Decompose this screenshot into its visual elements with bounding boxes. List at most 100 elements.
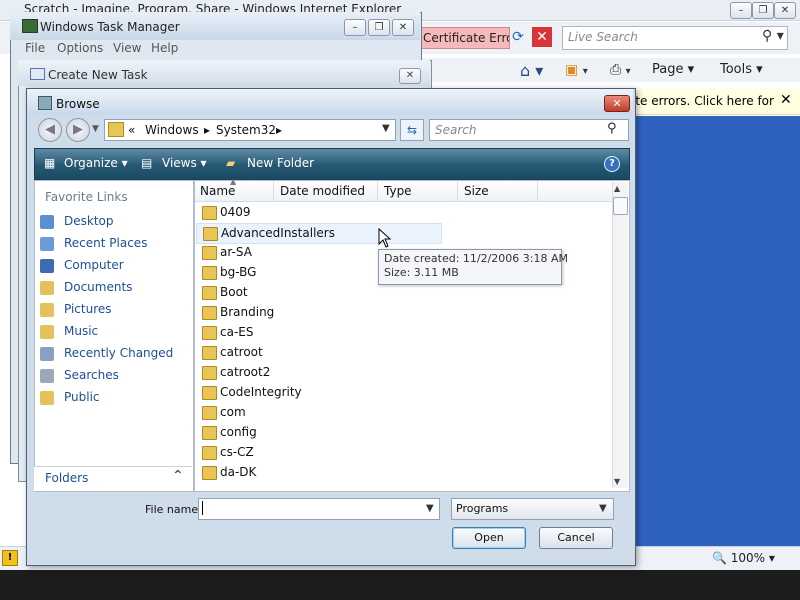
breadcrumb-separator[interactable]: ▸: [204, 123, 210, 137]
file-type-value[interactable]: Programs: [456, 502, 508, 515]
folder-icon: [202, 346, 217, 360]
page-menu[interactable]: Page ▾: [652, 62, 694, 77]
help-icon[interactable]: ?: [604, 156, 620, 172]
list-item[interactable]: AdvancedInstallers: [196, 223, 442, 244]
ie-maximize-button[interactable]: ❐: [752, 2, 774, 19]
folder-icon: [202, 326, 217, 340]
breadcrumb-overflow[interactable]: «: [128, 123, 135, 137]
nav-item-searches[interactable]: Searches: [40, 366, 188, 386]
chevron-up-icon[interactable]: ⌃: [172, 468, 184, 484]
ie-minimize-button[interactable]: –: [730, 2, 752, 19]
column-name[interactable]: Name: [200, 184, 235, 198]
column-type[interactable]: Type: [384, 184, 412, 198]
file-type-dropdown-icon[interactable]: ▼: [599, 503, 607, 514]
list-item[interactable]: 0409: [196, 203, 436, 222]
nav-item-label: Searches: [64, 368, 119, 382]
column-divider[interactable]: [537, 181, 538, 201]
tm-minimize-button[interactable]: –: [344, 19, 366, 36]
music-icon: [40, 325, 54, 339]
folders-toggle[interactable]: Folders: [45, 471, 88, 485]
open-button[interactable]: Open: [452, 527, 526, 549]
vertical-scrollbar[interactable]: [612, 182, 628, 488]
folder-icon: [203, 227, 218, 241]
address-dropdown-icon[interactable]: ▼: [382, 123, 390, 134]
organize-menu[interactable]: Organize ▾: [64, 156, 128, 170]
column-date-modified[interactable]: Date modified: [280, 184, 365, 198]
nav-item-label: Recently Changed: [64, 346, 174, 360]
folder-icon: [202, 246, 217, 260]
search-icon[interactable]: ⚲: [607, 121, 617, 136]
folder-icon: [202, 306, 217, 320]
ie-refresh-icon[interactable]: ⟳: [508, 27, 528, 47]
list-item[interactable]: ca-ES: [196, 323, 436, 342]
nav-item-recent-places[interactable]: Recent Places: [40, 234, 188, 254]
file-name-input[interactable]: [198, 498, 440, 520]
ie-stop-icon[interactable]: ✕: [532, 27, 552, 47]
list-item[interactable]: Branding: [196, 303, 436, 322]
ie-search-icon[interactable]: ⚲ ▾: [762, 28, 784, 44]
certificate-error-button[interactable]: Certificate Error: [418, 27, 510, 49]
tm-close-button[interactable]: ✕: [392, 19, 414, 36]
scroll-up-arrow-icon[interactable]: ▲: [614, 184, 620, 193]
new-folder-button[interactable]: New Folder: [247, 156, 314, 170]
list-item[interactable]: config: [196, 423, 436, 442]
nav-item-label: Music: [64, 324, 99, 338]
tools-menu[interactable]: Tools ▾: [720, 62, 763, 77]
menu-help[interactable]: Help: [151, 41, 178, 55]
tooltip-date-created: Date created: 11/2/2006 3:18 AM: [384, 252, 569, 265]
breadcrumb-windows[interactable]: Windows: [145, 123, 199, 137]
breadcrumb-system32[interactable]: System32: [216, 123, 276, 137]
ie-info-text[interactable]: ate errors. Click here for: [628, 94, 774, 108]
folder-icon: [202, 366, 217, 380]
nav-item-desktop[interactable]: Desktop: [40, 212, 188, 232]
recent-pages-dropdown-icon[interactable]: ▼: [92, 124, 99, 134]
nav-item-computer[interactable]: Computer: [40, 256, 188, 276]
back-arrow-icon[interactable]: ◀: [38, 118, 62, 142]
cancel-button[interactable]: Cancel: [539, 527, 613, 549]
nav-item-music[interactable]: Music: [40, 322, 188, 342]
list-item[interactable]: com: [196, 403, 436, 422]
nav-item-documents[interactable]: Documents: [40, 278, 188, 298]
list-item[interactable]: cs-CZ: [196, 443, 436, 462]
menu-options[interactable]: Options: [57, 41, 103, 55]
print-icon[interactable]: ⎙ ▾: [610, 62, 631, 78]
list-item[interactable]: CodeIntegrity: [196, 383, 436, 402]
column-divider[interactable]: [457, 181, 458, 201]
column-divider[interactable]: [273, 181, 274, 201]
create-new-task-close-button[interactable]: ✕: [399, 68, 421, 84]
forward-arrow-icon[interactable]: ▶: [66, 118, 90, 142]
views-menu[interactable]: Views ▾: [162, 156, 207, 170]
feeds-icon[interactable]: ▣ ▾: [565, 62, 588, 78]
organize-icon: ▦: [44, 156, 56, 170]
list-item[interactable]: catroot2: [196, 363, 436, 382]
nav-item-recently-changed[interactable]: Recently Changed: [40, 344, 188, 364]
file-name: da-DK: [220, 465, 257, 479]
recently-changed-icon: [40, 347, 54, 361]
folder-icon: [202, 386, 217, 400]
browse-title: Browse: [56, 97, 100, 111]
ie-info-close-icon[interactable]: ✕: [780, 92, 792, 108]
tm-maximize-button[interactable]: ❐: [368, 19, 390, 36]
column-size[interactable]: Size: [464, 184, 489, 198]
scroll-down-arrow-icon[interactable]: ▼: [614, 477, 620, 486]
ie-close-button[interactable]: ✕: [774, 2, 796, 19]
column-divider[interactable]: [377, 181, 378, 201]
breadcrumb-separator[interactable]: ▸: [276, 123, 282, 137]
nav-item-pictures[interactable]: Pictures: [40, 300, 188, 320]
list-item[interactable]: catroot: [196, 343, 436, 362]
list-item[interactable]: Boot: [196, 283, 436, 302]
menu-view[interactable]: View: [113, 41, 141, 55]
folder-icon: [202, 206, 217, 220]
public-icon: [40, 391, 54, 405]
zoom-level[interactable]: 🔍 100% ▾: [712, 551, 775, 565]
scrollbar-thumb[interactable]: [613, 197, 628, 215]
computer-icon: [40, 259, 54, 273]
browse-titlebar: [27, 89, 633, 115]
list-item[interactable]: da-DK: [196, 463, 436, 482]
menu-file[interactable]: File: [25, 41, 45, 55]
home-icon[interactable]: ⌂ ▾: [520, 61, 543, 80]
file-name-dropdown-icon[interactable]: ▼: [426, 503, 434, 514]
browse-close-button[interactable]: ✕: [604, 95, 630, 112]
nav-item-public[interactable]: Public: [40, 388, 188, 408]
refresh-icon[interactable]: ⇆: [400, 119, 424, 141]
